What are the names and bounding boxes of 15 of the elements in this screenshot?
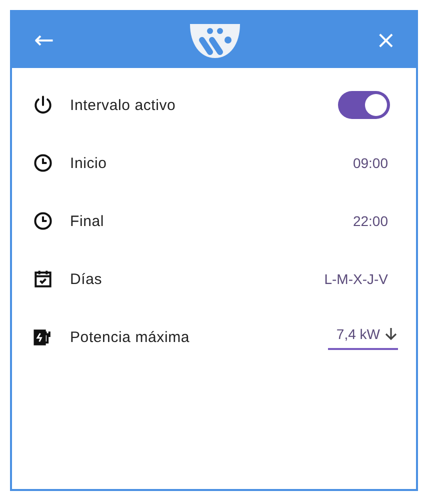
- setting-value[interactable]: L-M-X-J-V: [324, 271, 390, 287]
- down-arrow-icon: [384, 327, 398, 341]
- toggle-switch[interactable]: [338, 91, 390, 119]
- setting-label: Potencia máxima: [70, 328, 191, 346]
- setting-value[interactable]: 09:00: [352, 155, 390, 171]
- calendar-icon: [32, 268, 54, 290]
- clock-icon: [32, 152, 54, 174]
- setting-value[interactable]: 22:00: [352, 213, 390, 229]
- power-icon: [32, 94, 54, 116]
- power-dropdown[interactable]: 7,4 kW: [328, 324, 398, 350]
- clock-icon: [32, 210, 54, 232]
- setting-label: Días: [70, 270, 104, 288]
- setting-label: Inicio: [70, 154, 108, 172]
- setting-label: Intervalo activo: [70, 96, 177, 114]
- setting-label: Final: [70, 212, 106, 230]
